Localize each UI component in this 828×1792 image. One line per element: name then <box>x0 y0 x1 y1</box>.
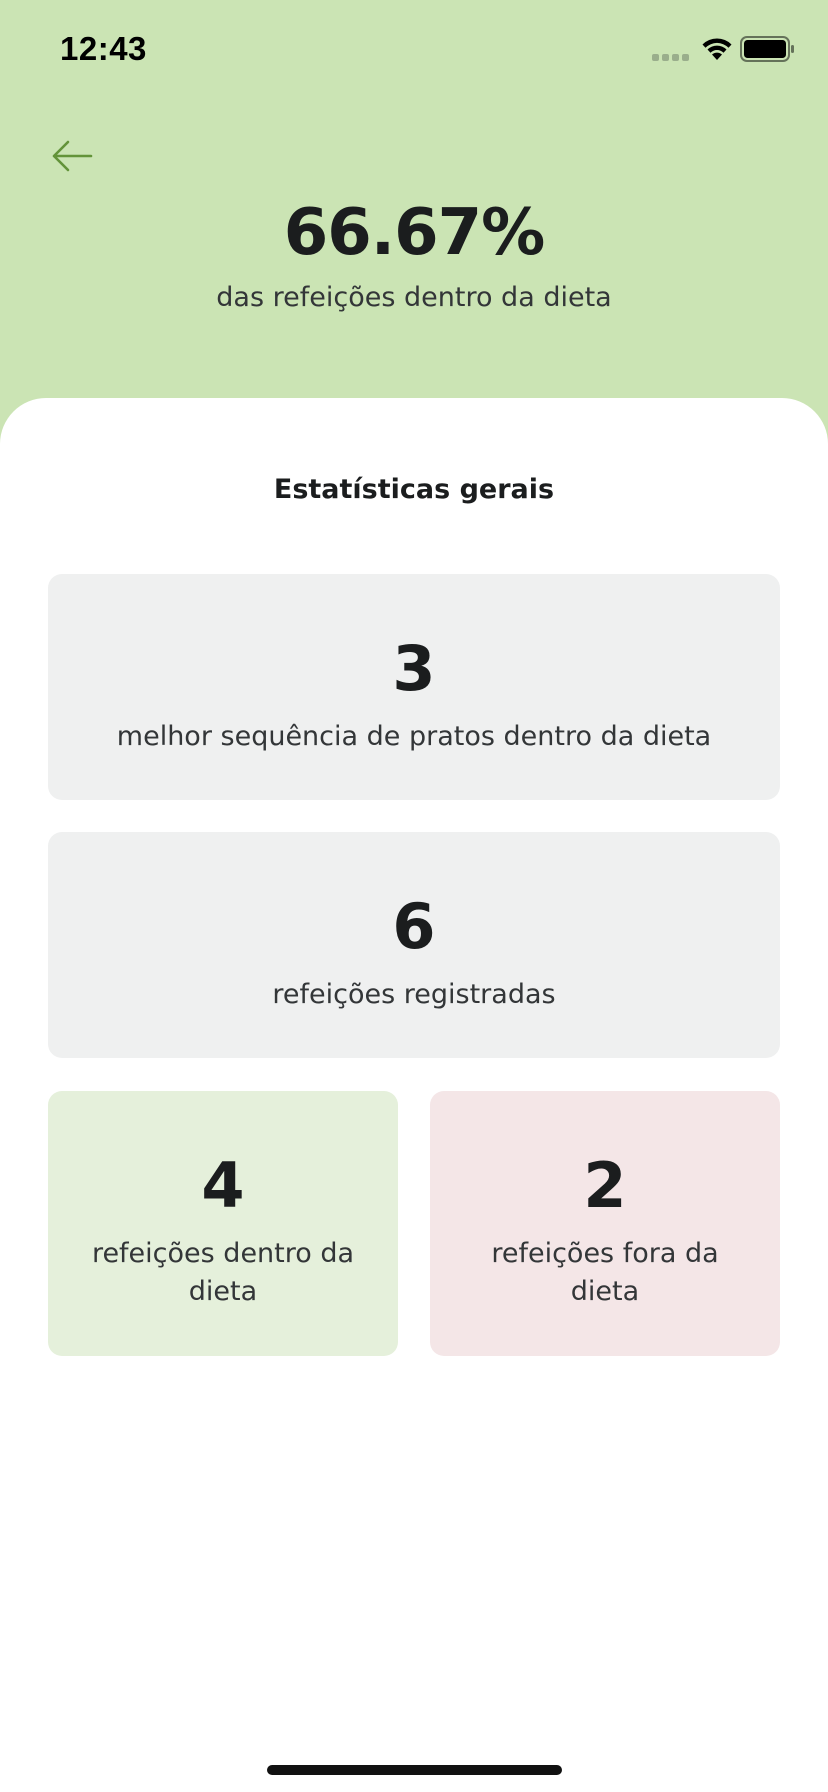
home-indicator <box>267 1765 562 1775</box>
cellular-signal-icon <box>652 54 689 61</box>
best-sequence-label: melhor sequência de pratos dentro da die… <box>116 721 712 752</box>
total-meals-label: refeições registradas <box>272 979 556 1010</box>
meals-out-diet-label: refeições fora da dieta <box>491 1238 719 1307</box>
diet-percentage: 66.67% <box>283 196 546 270</box>
total-meals-value: 6 <box>392 890 436 963</box>
section-title: Estatísticas gerais <box>273 474 555 505</box>
back-button[interactable] <box>48 136 96 176</box>
total-meals-card: 6 refeições registradas <box>48 832 780 1058</box>
meals-in-diet-card: 4 refeições dentro da dieta <box>48 1091 398 1356</box>
status-time: 12:43 <box>60 30 147 67</box>
meals-in-diet-label: refeições dentro da dieta <box>91 1238 355 1307</box>
meals-out-diet-card: 2 refeições fora da dieta <box>430 1091 780 1356</box>
battery-icon <box>740 36 794 62</box>
diet-statistics-screen: 12:43 66.67% das refeições dentro da die… <box>0 0 828 1792</box>
best-sequence-card: 3 melhor sequência de pratos dentro da d… <box>48 574 780 800</box>
meals-in-diet-value: 4 <box>201 1149 245 1222</box>
status-bar: 12:43 <box>0 0 828 100</box>
arrow-left-icon <box>52 140 93 172</box>
diet-percentage-caption: das refeições dentro da dieta <box>216 282 612 313</box>
meals-out-diet-value: 2 <box>583 1149 627 1222</box>
wifi-icon <box>702 38 732 60</box>
best-sequence-value: 3 <box>392 632 436 705</box>
